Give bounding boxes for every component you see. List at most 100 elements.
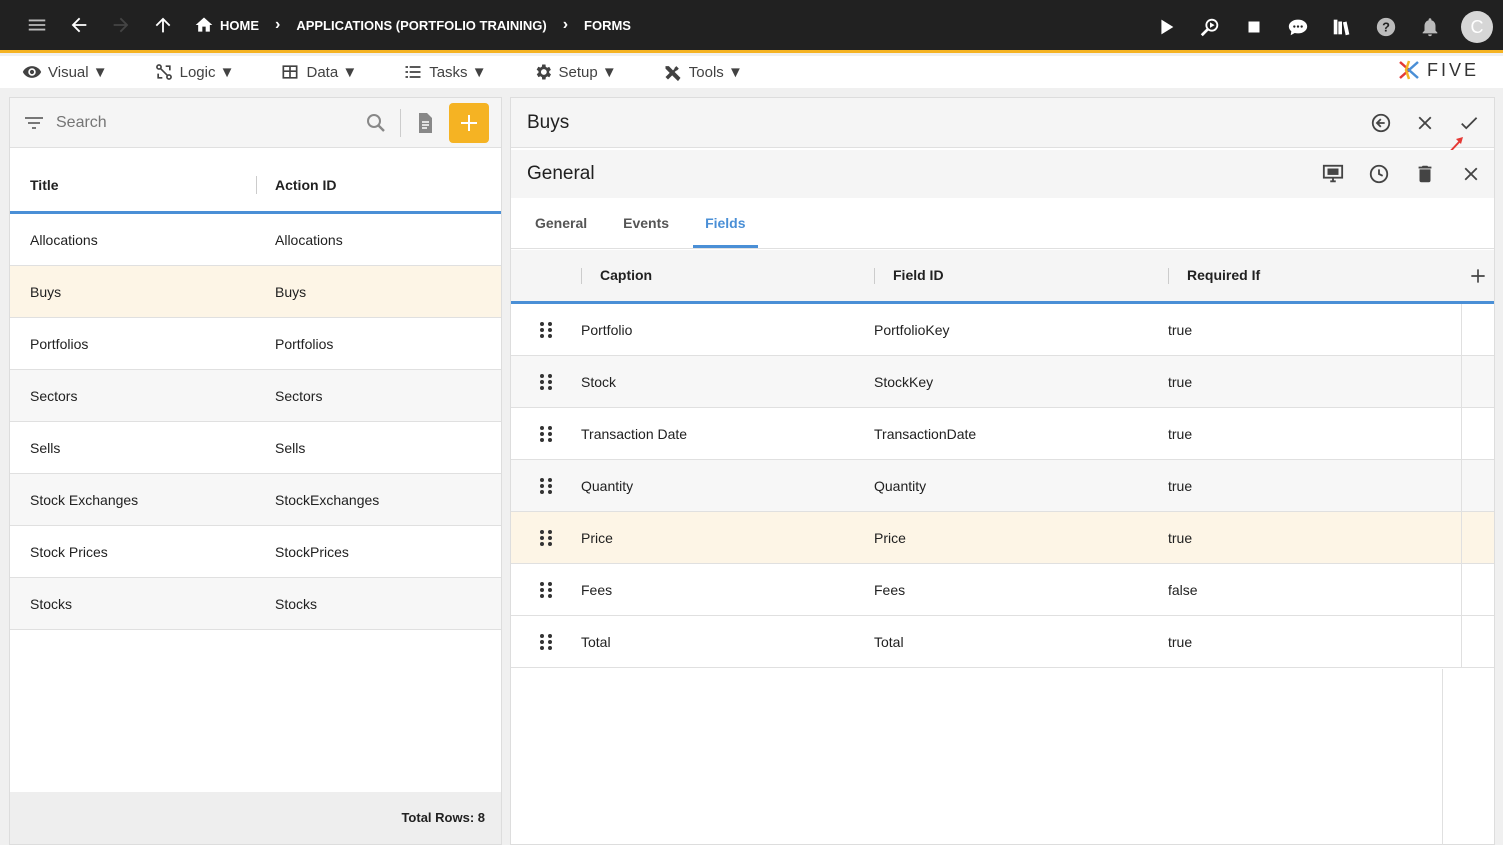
drag-handle-icon[interactable] xyxy=(511,580,581,600)
cell-field-id: PortfolioKey xyxy=(874,321,950,338)
cell-caption: Stock xyxy=(581,373,617,390)
table-row[interactable]: Fees Fees false xyxy=(511,563,1494,616)
row-title: Portfolios xyxy=(30,335,89,352)
avatar-letter: C xyxy=(1470,16,1484,37)
screen-preview-button[interactable] xyxy=(1318,159,1348,189)
row-action-id: StockPrices xyxy=(275,543,349,560)
search-icon[interactable] xyxy=(364,111,388,135)
library-icon[interactable] xyxy=(1321,6,1363,48)
list-row[interactable]: Stocks Stocks xyxy=(10,578,501,630)
row-title: Buys xyxy=(30,283,62,300)
monitor-icon xyxy=(1322,164,1344,183)
row-action-id: StockExchanges xyxy=(275,491,380,508)
tab-fields[interactable]: Fields xyxy=(693,198,758,248)
row-title: Allocations xyxy=(30,231,98,248)
help-icon[interactable]: ? xyxy=(1365,6,1407,48)
five-logo-icon xyxy=(1399,60,1419,80)
cell-caption: Quantity xyxy=(581,477,634,494)
column-header-required-if[interactable]: Required If xyxy=(1187,267,1260,283)
logic-icon xyxy=(155,64,172,80)
chat-icon[interactable] xyxy=(1277,6,1319,48)
table-row[interactable]: Stock StockKey true xyxy=(511,355,1494,408)
back-arrow-icon[interactable] xyxy=(58,4,100,46)
menu-tasks[interactable]: Tasks ▼ xyxy=(403,62,487,82)
document-icon[interactable] xyxy=(413,111,437,135)
tab-bar: General Events Fields xyxy=(511,198,1494,249)
menu-setup[interactable]: Setup ▼ xyxy=(533,62,617,82)
form-detail-panel: Buys General General Events Fields Capti… xyxy=(510,97,1495,845)
table-row[interactable]: Transaction Date TransactionDate true xyxy=(511,407,1494,460)
menu-logic[interactable]: Logic ▼ xyxy=(154,62,234,82)
history-button[interactable] xyxy=(1364,159,1394,189)
history-back-button[interactable] xyxy=(1366,108,1396,138)
cell-field-id: Price xyxy=(874,529,906,546)
row-action-id: Stocks xyxy=(275,595,318,612)
list-row[interactable]: Stock Prices StockPrices xyxy=(10,526,501,578)
menu-visual[interactable]: Visual ▼ xyxy=(22,62,108,82)
column-header-field-id[interactable]: Field ID xyxy=(893,267,944,283)
row-action-id: Sells xyxy=(275,439,306,456)
five-logo-text: FIVE xyxy=(1426,59,1479,80)
search-input[interactable] xyxy=(56,113,356,132)
cell-required-if: true xyxy=(1168,407,1462,460)
table-row-selected[interactable]: Price Price true xyxy=(511,511,1494,564)
up-arrow-icon[interactable] xyxy=(142,4,184,46)
menu-data[interactable]: Data ▼ xyxy=(280,62,357,82)
table-row[interactable]: Quantity Quantity true xyxy=(511,459,1494,512)
column-header-caption[interactable]: Caption xyxy=(600,267,652,283)
cell-caption: Transaction Date xyxy=(581,425,688,442)
add-field-button[interactable] xyxy=(1462,266,1494,286)
clock-icon xyxy=(1369,164,1389,184)
menu-tasks-label: Tasks ▼ xyxy=(429,63,487,81)
list-row-selected[interactable]: Buys Buys xyxy=(10,266,501,318)
row-title: Stocks xyxy=(30,595,73,612)
list-row[interactable]: Allocations Allocations xyxy=(10,214,501,266)
delete-button[interactable] xyxy=(1410,159,1440,189)
breadcrumb-home-label: HOME xyxy=(220,17,259,33)
column-header-title[interactable]: Title xyxy=(10,177,256,193)
drag-handle-icon[interactable] xyxy=(511,528,581,548)
drag-handle-icon[interactable] xyxy=(511,632,581,652)
list-row[interactable]: Stock Exchanges StockExchanges xyxy=(10,474,501,526)
stop-icon[interactable] xyxy=(1233,6,1275,48)
close-section-button[interactable] xyxy=(1456,159,1486,189)
five-logo: FIVE xyxy=(1397,58,1479,82)
drag-handle-icon[interactable] xyxy=(511,424,581,444)
notifications-icon[interactable] xyxy=(1409,6,1451,48)
breadcrumb-applications[interactable]: APPLICATIONS (PORTFOLIO TRAINING) xyxy=(286,5,556,45)
list-row[interactable]: Portfolios Portfolios xyxy=(10,318,501,370)
menu-icon[interactable] xyxy=(16,4,58,46)
filter-icon[interactable] xyxy=(22,111,46,135)
add-record-button[interactable] xyxy=(449,102,489,143)
drag-handle-icon[interactable] xyxy=(511,320,581,340)
cell-required-if: false xyxy=(1168,563,1462,616)
breadcrumb-home[interactable]: HOME xyxy=(184,5,269,45)
tab-events[interactable]: Events xyxy=(611,198,681,248)
cancel-button[interactable] xyxy=(1410,108,1440,138)
column-header-action-id[interactable]: Action ID xyxy=(256,175,336,194)
list-row[interactable]: Sells Sells xyxy=(10,422,501,474)
circle-arrow-left-icon xyxy=(1371,113,1391,133)
drag-handle-icon[interactable] xyxy=(511,476,581,496)
column-divider xyxy=(1442,669,1443,845)
avatar[interactable]: C xyxy=(1461,11,1493,43)
breadcrumb-applications-label: APPLICATIONS (PORTFOLIO TRAINING) xyxy=(296,17,547,33)
drag-handle-icon[interactable] xyxy=(511,372,581,392)
cell-caption: Price xyxy=(581,529,613,546)
close-icon xyxy=(1464,167,1478,181)
fields-grid: Caption Field ID Required If Portfolio P… xyxy=(511,250,1494,668)
debug-search-icon[interactable] xyxy=(1189,6,1231,48)
cell-field-id: Total xyxy=(874,633,904,650)
table-row[interactable]: Total Total true xyxy=(511,615,1494,668)
table-row[interactable]: Portfolio PortfolioKey true xyxy=(511,303,1494,356)
list-row[interactable]: Sectors Sectors xyxy=(10,370,501,422)
menu-data-label: Data ▼ xyxy=(306,63,358,81)
breadcrumb-forms[interactable]: FORMS xyxy=(574,5,641,45)
cell-caption: Total xyxy=(581,633,611,650)
table-icon xyxy=(282,65,298,79)
tab-general[interactable]: General xyxy=(523,198,599,248)
cell-field-id: Fees xyxy=(874,581,906,598)
menu-tools[interactable]: Tools ▼ xyxy=(663,62,743,82)
svg-text:?: ? xyxy=(1382,20,1390,35)
run-icon[interactable] xyxy=(1145,6,1187,48)
